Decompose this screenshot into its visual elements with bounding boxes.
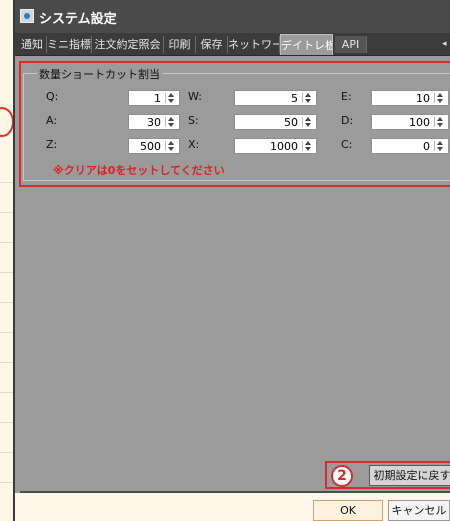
tab-bar: 通知 ミニ指標 注文約定照会 印刷 保存 ネットワーク デイトレ板 API ◂	[15, 33, 450, 56]
quantity-input-e[interactable]: 10	[371, 90, 449, 106]
tab-save[interactable]: 保存	[196, 36, 228, 53]
spin-down-icon[interactable]	[437, 123, 443, 127]
title-bar[interactable]: システム設定	[15, 0, 450, 33]
spin-buttons[interactable]	[434, 93, 446, 103]
grid-line	[0, 242, 14, 243]
clear-instruction-note: ※クリアは0をセットしてください	[53, 164, 225, 177]
spin-down-icon[interactable]	[168, 147, 174, 151]
spin-buttons[interactable]	[302, 93, 314, 103]
window-title: システム設定	[39, 12, 117, 27]
quantity-input-c[interactable]: 0	[371, 138, 449, 154]
quantity-value: 100	[409, 116, 430, 129]
field-label-d: D:	[341, 114, 354, 127]
spin-down-icon[interactable]	[437, 147, 443, 151]
ok-button[interactable]: OK	[313, 500, 383, 521]
quantity-input-q[interactable]: 1	[128, 90, 180, 106]
spin-up-icon[interactable]	[168, 93, 174, 97]
spin-up-icon[interactable]	[168, 141, 174, 145]
tab-network[interactable]: ネットワーク	[228, 36, 280, 53]
spin-down-icon[interactable]	[168, 123, 174, 127]
spin-down-icon[interactable]	[305, 123, 311, 127]
grid-line	[0, 332, 14, 333]
field-label-a: A:	[46, 114, 58, 127]
spin-down-icon[interactable]	[437, 99, 443, 103]
background-spreadsheet-strip	[0, 0, 14, 521]
reset-defaults-button[interactable]: 初期設定に戻す	[369, 465, 450, 486]
spin-down-icon[interactable]	[168, 99, 174, 103]
tab-order-inquiry[interactable]: 注文約定照会	[92, 36, 164, 53]
spin-up-icon[interactable]	[168, 117, 174, 121]
spin-up-icon[interactable]	[305, 117, 311, 121]
spin-up-icon[interactable]	[437, 93, 443, 97]
system-settings-dialog: システム設定 通知 ミニ指標 注文約定照会 印刷 保存 ネットワーク デイトレ板…	[15, 0, 450, 521]
app-icon	[20, 9, 34, 23]
field-label-w: W:	[188, 90, 202, 103]
field-label-e: E:	[341, 90, 352, 103]
spin-buttons[interactable]	[165, 141, 177, 151]
grid-line	[0, 302, 14, 303]
grid-line	[0, 362, 14, 363]
tab-daytrade-board[interactable]: デイトレ板	[280, 34, 333, 55]
quantity-value: 0	[423, 140, 430, 153]
step-marker-badge: 2	[331, 465, 353, 487]
spin-up-icon[interactable]	[305, 141, 311, 145]
grid-line	[0, 422, 14, 423]
field-label-s: S:	[188, 114, 199, 127]
tab-api[interactable]: API	[335, 36, 367, 53]
quantity-value: 1	[154, 92, 161, 105]
spin-down-icon[interactable]	[305, 147, 311, 151]
grid-line	[0, 392, 14, 393]
spin-buttons[interactable]	[165, 117, 177, 127]
quantity-value: 5	[291, 92, 298, 105]
spin-up-icon[interactable]	[437, 141, 443, 145]
field-label-c: C:	[341, 138, 353, 151]
spin-up-icon[interactable]	[437, 117, 443, 121]
group-title: 数量ショートカット割当	[37, 66, 162, 82]
spin-buttons[interactable]	[434, 141, 446, 151]
quantity-input-s[interactable]: 50	[234, 114, 317, 130]
tab-scroll-arrow-icon[interactable]: ◂	[442, 36, 450, 53]
grid-line	[0, 482, 14, 483]
field-label-q: Q:	[46, 90, 59, 103]
quantity-value: 30	[147, 116, 161, 129]
quantity-value: 500	[140, 140, 161, 153]
grid-line	[0, 452, 14, 453]
quantity-input-x[interactable]: 1000	[234, 138, 317, 154]
cancel-button[interactable]: キャンセル	[388, 500, 450, 521]
tab-mini-indicators[interactable]: ミニ指標	[47, 36, 92, 53]
tab-notification[interactable]: 通知	[18, 36, 47, 53]
button-bar	[15, 493, 450, 521]
quantity-value: 1000	[270, 140, 298, 153]
quantity-input-a[interactable]: 30	[128, 114, 180, 130]
spin-buttons[interactable]	[302, 141, 314, 151]
quantity-value: 10	[416, 92, 430, 105]
grid-line	[0, 272, 14, 273]
grid-line	[0, 212, 14, 213]
spin-up-icon[interactable]	[305, 93, 311, 97]
quantity-value: 50	[284, 116, 298, 129]
field-label-x: X:	[188, 138, 200, 151]
spin-down-icon[interactable]	[305, 99, 311, 103]
tab-print[interactable]: 印刷	[164, 36, 196, 53]
spin-buttons[interactable]	[165, 93, 177, 103]
field-label-z: Z:	[46, 138, 58, 151]
grid-line	[0, 182, 14, 183]
quantity-input-d[interactable]: 100	[371, 114, 449, 130]
spin-buttons[interactable]	[434, 117, 446, 127]
quantity-input-w[interactable]: 5	[234, 90, 317, 106]
spin-buttons[interactable]	[302, 117, 314, 127]
quantity-input-z[interactable]: 500	[128, 138, 180, 154]
